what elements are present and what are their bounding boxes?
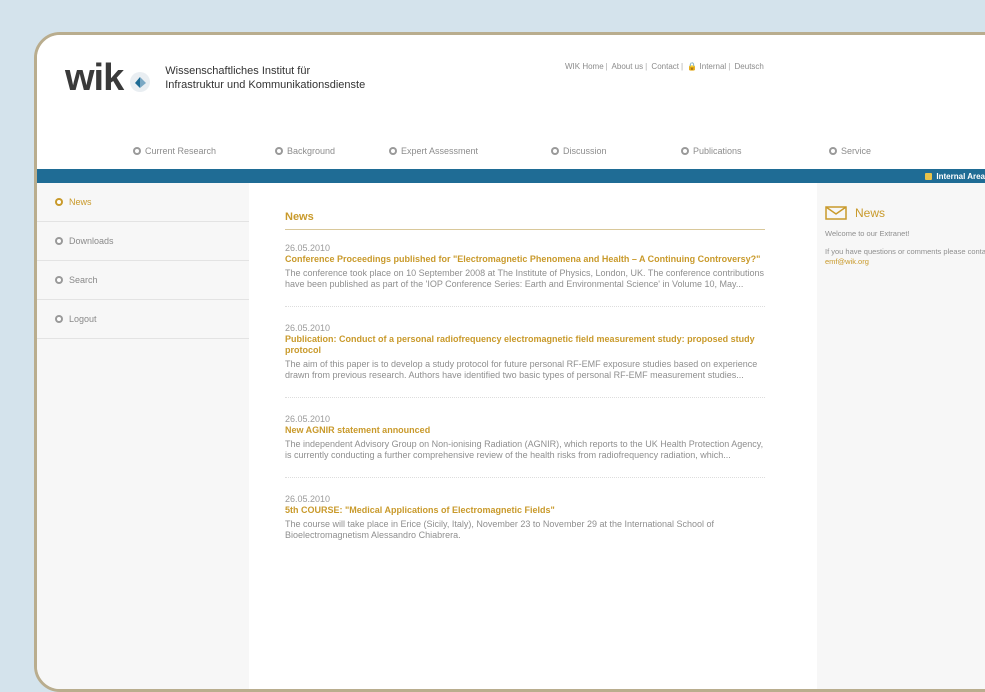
- top-link-about[interactable]: About us: [612, 62, 644, 71]
- internal-area-label: Internal Area: [936, 172, 985, 181]
- main-navigation: Current Research Background Expert Asses…: [37, 143, 985, 165]
- nav-service[interactable]: Service: [829, 146, 871, 156]
- nav-expert-assessment[interactable]: Expert Assessment: [389, 146, 478, 156]
- divider: [285, 397, 765, 398]
- contact-block: If you have questions or comments please…: [825, 247, 985, 267]
- sidebar-item-label: News: [69, 197, 92, 207]
- sidebar-item-downloads[interactable]: Downloads: [37, 222, 249, 261]
- internal-area-link[interactable]: Internal Area: [925, 172, 985, 181]
- bullet-icon: [275, 147, 283, 155]
- news-date: 26.05.2010: [285, 494, 331, 504]
- main-content: News 26.05.2010 Conference Proceedings p…: [285, 211, 765, 557]
- news-title-link[interactable]: Conference Proceedings published for "El…: [285, 254, 765, 265]
- divider: [285, 306, 765, 307]
- lock-icon: 🔒: [687, 62, 698, 71]
- news-date: 26.05.2010: [285, 414, 331, 424]
- top-link-language[interactable]: Deutsch: [735, 62, 764, 71]
- bullet-icon: [55, 198, 63, 206]
- nav-label: Background: [287, 146, 336, 156]
- institute-name-line2: Infrastruktur und Kommunikationsdienste: [165, 79, 366, 91]
- bullet-icon: [681, 147, 689, 155]
- news-body: The independent Advisory Group on Non-io…: [285, 439, 764, 460]
- nav-current-research[interactable]: Current Research: [133, 146, 216, 156]
- separator: |: [605, 62, 608, 71]
- news-body: The course will take place in Erice (Sic…: [285, 519, 715, 540]
- right-panel-header: News: [825, 205, 985, 221]
- logo-mark-icon: [130, 72, 151, 92]
- contact-text: If you have questions or comments please…: [825, 247, 985, 256]
- news-date: 26.05.2010: [285, 323, 331, 333]
- news-item: 26.05.2010 Publication: Conduct of a per…: [285, 323, 765, 381]
- separator: |: [728, 62, 731, 71]
- header: wik Wissenschaftliches Institut für Infr…: [37, 35, 985, 140]
- bullet-icon: [55, 237, 63, 245]
- top-links: WIK Home | About us | Contact | 🔒 Internal |…: [565, 62, 764, 71]
- logo-wordmark: wik: [65, 57, 124, 99]
- bullet-icon: [55, 276, 63, 284]
- news-title-link[interactable]: New AGNIR statement announced: [285, 425, 765, 436]
- contact-email-link[interactable]: emf@wik.org: [825, 257, 869, 266]
- news-body: The conference took place on 10 Septembe…: [285, 268, 764, 289]
- top-link-internal[interactable]: Internal: [700, 62, 727, 71]
- news-date: 26.05.2010: [285, 243, 331, 253]
- bullet-icon: [389, 147, 397, 155]
- right-panel: News Welcome to our Extranet! If you hav…: [817, 183, 985, 689]
- sidebar-item-label: Downloads: [69, 236, 114, 246]
- news-title-link[interactable]: 5th COURSE: "Medical Applications of Ele…: [285, 505, 765, 516]
- nav-label: Publications: [693, 146, 742, 156]
- sidebar-item-label: Logout: [69, 314, 97, 324]
- lock-icon: [925, 173, 933, 180]
- bullet-icon: [551, 147, 559, 155]
- divider: [285, 477, 765, 478]
- bullet-icon: [829, 147, 837, 155]
- nav-background[interactable]: Background: [275, 146, 335, 156]
- news-item: 26.05.2010 Conference Proceedings publis…: [285, 243, 765, 290]
- envelope-icon: [825, 206, 847, 220]
- sidebar-item-search[interactable]: Search: [37, 261, 249, 300]
- welcome-text: Welcome to our Extranet!: [825, 229, 910, 238]
- separator: |: [681, 62, 684, 71]
- blue-bar: Internal Area: [37, 169, 985, 183]
- nav-label: Expert Assessment: [401, 146, 479, 156]
- sidebar-item-label: Search: [69, 275, 98, 285]
- separator: |: [645, 62, 648, 71]
- right-panel-title: News: [855, 206, 886, 220]
- bullet-icon: [133, 147, 141, 155]
- sidebar: News Downloads Search Logout: [37, 183, 249, 689]
- institute-name: Wissenschaftliches Institut für Infrastr…: [165, 64, 365, 92]
- news-title-link[interactable]: Publication: Conduct of a personal radio…: [285, 334, 765, 356]
- page-title: News: [285, 211, 765, 230]
- bullet-icon: [55, 315, 63, 323]
- news-item: 26.05.2010 5th COURSE: "Medical Applicat…: [285, 494, 765, 541]
- page-frame: wik Wissenschaftliches Institut für Infr…: [34, 32, 985, 692]
- nav-publications[interactable]: Publications: [681, 146, 742, 156]
- logo[interactable]: wik Wissenschaftliches Institut für Infr…: [65, 59, 365, 97]
- nav-label: Current Research: [145, 146, 217, 156]
- news-body: The aim of this paper is to develop a st…: [285, 359, 758, 380]
- sidebar-item-news[interactable]: News: [37, 183, 249, 222]
- nav-discussion[interactable]: Discussion: [551, 146, 607, 156]
- news-item: 26.05.2010 New AGNIR statement announced…: [285, 414, 765, 461]
- nav-label: Discussion: [563, 146, 607, 156]
- top-link-contact[interactable]: Contact: [651, 62, 679, 71]
- top-link-home[interactable]: WIK Home: [565, 62, 604, 71]
- sidebar-item-logout[interactable]: Logout: [37, 300, 249, 339]
- nav-label: Service: [841, 146, 872, 156]
- institute-name-line1: Wissenschaftliches Institut für: [165, 65, 311, 77]
